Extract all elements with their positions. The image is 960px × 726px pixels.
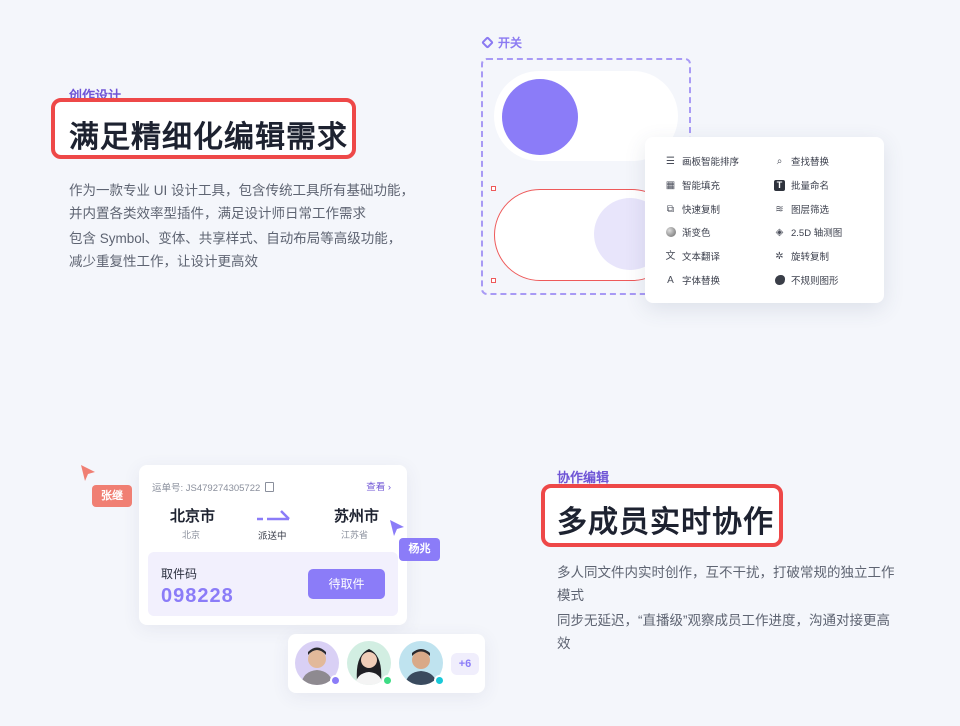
cube-icon: ◈ xyxy=(775,226,784,238)
menu-item-gradient[interactable]: 渐变色 xyxy=(665,225,711,239)
pickup-label: 取件码 xyxy=(161,567,198,581)
cursor-label-user1: 张继 xyxy=(92,485,132,507)
font-replace-icon: A xyxy=(667,274,674,286)
menu-item-rotate-copy[interactable]: ✲ 旋转复制 xyxy=(774,249,829,264)
copy-squares-icon: ⧉ xyxy=(666,203,675,215)
section-headline-collab: 多成员实时协作 xyxy=(557,506,774,539)
selection-handle-tl[interactable] xyxy=(491,186,496,191)
component-diamond-icon xyxy=(481,36,494,49)
translate-icon: 文 xyxy=(665,250,676,262)
more-members-badge[interactable]: +6 xyxy=(451,653,479,675)
rotate-dots-icon: ✲ xyxy=(775,250,784,262)
section-paragraph-4: 同步无延迟，“直播级”观察成员工作进度，沟通对接更高效 xyxy=(557,613,890,651)
members-bar: +6 xyxy=(288,634,485,693)
menu-item-font-replace[interactable]: A 字体替换 xyxy=(665,273,720,288)
section-headline-design: 满足精细化编辑需求 xyxy=(69,121,348,154)
tracking-number: 运单号: JS479274305722 xyxy=(152,480,274,494)
section-paragraph-3: 多人同文件内实时创作，互不干扰，打破常规的独立工作模式 xyxy=(557,565,895,603)
blob-shape-icon xyxy=(774,274,785,286)
layers-icon: ≋ xyxy=(775,203,784,215)
parcel-card: 运单号: JS479274305722 查看 › 北京市 北京 派送中 苏州市 … xyxy=(139,465,407,625)
menu-item-text-translate[interactable]: 文 文本翻译 xyxy=(665,249,721,264)
view-link[interactable]: 查看 › xyxy=(366,479,391,493)
menu-item-artboard-sort[interactable]: ☰ 画板智能排序 xyxy=(665,154,739,169)
component-tag-label: 开关 xyxy=(498,36,523,50)
find-replace-icon: ⌕ xyxy=(776,155,783,167)
delivery-status: 派送中 xyxy=(258,531,287,542)
component-tag: 开关 xyxy=(481,34,523,51)
pickup-code: 098228 xyxy=(161,585,234,607)
menu-item-quick-copy[interactable]: ⧉ 快速复制 xyxy=(665,202,720,217)
section-paragraph-1: 作为一款专业 UI 设计工具，包含传统工具所有基础功能，并内置各类效率型插件，满… xyxy=(69,183,415,221)
cursor-label-user2: 杨兆 xyxy=(399,538,440,561)
cursor-arrow-user1-icon xyxy=(80,464,96,487)
sort-bars-icon: ☰ xyxy=(666,155,675,167)
menu-item-smart-fill[interactable]: ▦ 智能填充 xyxy=(665,178,720,193)
to-province: 江苏省 xyxy=(341,530,369,540)
route-arrow-icon xyxy=(257,509,291,523)
from-city: 北京市 xyxy=(170,508,216,525)
menu-item-layer-filter[interactable]: ≋ 图层筛选 xyxy=(774,202,829,217)
member-status-dot-1 xyxy=(330,675,341,686)
switch-knob-on xyxy=(502,79,578,155)
section-paragraph-2: 包含 Symbol、变体、共享样式、自动布局等高级功能，减少重复性工作，让设计更… xyxy=(69,231,402,269)
from-province: 北京 xyxy=(182,530,201,540)
menu-item-irregular-shape[interactable]: 不规则图形 xyxy=(774,273,839,287)
menu-item-batch-rename[interactable]: T 批量命名 xyxy=(774,178,829,192)
member-status-dot-3 xyxy=(434,675,445,686)
copy-icon[interactable] xyxy=(264,482,274,492)
menu-item-find-replace[interactable]: ⌕ 查找替换 xyxy=(774,154,829,169)
to-city: 苏州市 xyxy=(334,508,380,525)
pickup-button[interactable]: 待取件 xyxy=(308,569,385,599)
gradient-circle-icon xyxy=(665,226,676,238)
grid-fill-icon: ▦ xyxy=(665,179,676,191)
selection-handle-bl[interactable] xyxy=(491,278,496,283)
menu-item-isometric[interactable]: ◈ 2.5D 轴测图 xyxy=(774,225,843,240)
member-status-dot-2 xyxy=(382,675,393,686)
text-t-icon: T xyxy=(774,179,785,191)
pickup-box: 取件码 098228 待取件 xyxy=(148,552,398,616)
feature-menu-card: ☰ 画板智能排序 ▦ 智能填充 ⧉ 快速复制 渐变色 文 文本翻译 A 字体替换… xyxy=(645,137,884,303)
